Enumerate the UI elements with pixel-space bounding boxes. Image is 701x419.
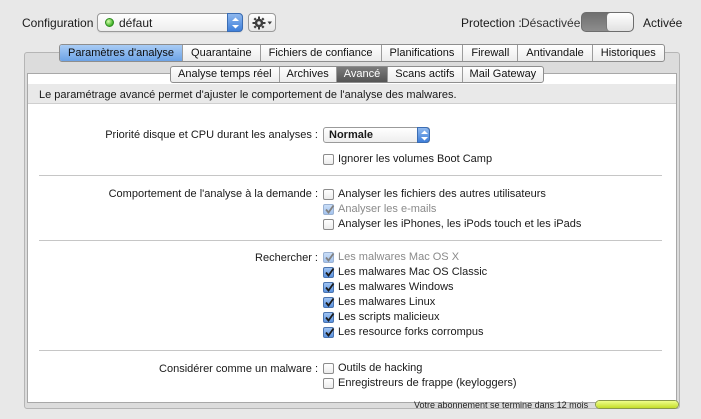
- tab-quarantaine[interactable]: Quarantaine: [183, 45, 261, 61]
- description-text: Le paramétrage avancé permet d'ajuster l…: [39, 89, 457, 101]
- search-option-label: Les malwares Mac OS X: [338, 251, 460, 263]
- tab-planifications[interactable]: Planifications: [382, 45, 464, 61]
- search-option-checkbox[interactable]: [323, 267, 335, 278]
- subtab-scans-actifs[interactable]: Scans actifs: [388, 67, 463, 82]
- main-tabs: Paramètres d'analyse Quarantaine Fichier…: [59, 44, 665, 62]
- subtab-avance[interactable]: Avancé: [336, 67, 389, 82]
- tab-antivandale[interactable]: Antivandale: [518, 45, 593, 61]
- priority-label: Priorité disque et CPU durant les analys…: [105, 129, 318, 141]
- bootcamp-label: Ignorer les volumes Boot Camp: [338, 153, 493, 165]
- ondemand-label: Comportement de l'analyse à la demande :: [108, 188, 318, 200]
- search-option-checkbox: [323, 252, 335, 263]
- chevron-down-icon: [267, 21, 272, 25]
- subscription-progress: [595, 400, 679, 409]
- divider: [39, 240, 662, 241]
- search-option-checkbox[interactable]: [323, 312, 335, 323]
- malware-option-checkbox[interactable]: [323, 378, 334, 389]
- tab-fichiers-confiance[interactable]: Fichiers de confiance: [261, 45, 382, 61]
- ondemand-option-label: Analyser les iPhones, les iPods touch et…: [338, 218, 582, 230]
- malware-option-label: Enregistreurs de frappe (keyloggers): [338, 377, 517, 389]
- checkmark-icon: [325, 312, 335, 322]
- divider: [39, 350, 662, 351]
- subscription-progress-fill: [596, 401, 678, 408]
- tab-historiques[interactable]: Historiques: [593, 45, 664, 61]
- bootcamp-checkbox[interactable]: [323, 154, 334, 165]
- gear-icon: [252, 16, 272, 30]
- ondemand-option-label: Analyser les fichiers des autres utilisa…: [338, 188, 546, 200]
- sub-tabs: Analyse temps réel Archives Avancé Scans…: [170, 66, 545, 83]
- ondemand-option-label: Analyser les e-mails: [338, 203, 437, 215]
- select-arrows-icon: [227, 13, 243, 32]
- tab-firewall[interactable]: Firewall: [463, 45, 519, 61]
- search-label: Rechercher :: [255, 252, 318, 264]
- protection-state: Désactivée: [521, 16, 581, 30]
- priority-value: Normale: [329, 129, 374, 141]
- checkmark-icon: [325, 252, 335, 262]
- search-option-checkbox[interactable]: [323, 327, 335, 338]
- gear-menu-button[interactable]: [248, 13, 276, 32]
- subtab-analyse-temps-reel[interactable]: Analyse temps réel: [171, 67, 280, 82]
- subtab-mail-gateway[interactable]: Mail Gateway: [463, 67, 544, 82]
- ondemand-option-checkbox: [323, 204, 335, 215]
- protection-toggle[interactable]: [581, 12, 634, 32]
- subtab-archives[interactable]: Archives: [280, 67, 337, 82]
- checkmark-icon: [325, 204, 335, 214]
- select-arrows-icon: [417, 127, 430, 143]
- ondemand-option-checkbox[interactable]: [323, 219, 334, 230]
- protection-label: Protection :: [461, 16, 522, 30]
- settings-panel: [27, 73, 677, 403]
- search-option-label: Les malwares Windows: [338, 281, 454, 293]
- search-option-label: Les resource forks corrompus: [338, 326, 484, 338]
- protection-active-label: Activée: [643, 16, 683, 30]
- divider: [39, 175, 662, 176]
- search-option-checkbox[interactable]: [323, 297, 335, 308]
- subscription-text: Votre abonnement se termine dans 12 mois: [414, 400, 589, 410]
- checkmark-icon: [325, 282, 335, 292]
- checkmark-icon: [325, 327, 335, 337]
- search-option-label: Les malwares Mac OS Classic: [338, 266, 488, 278]
- status-dot-icon: [105, 18, 114, 27]
- checkmark-icon: [325, 267, 335, 277]
- malware-option-checkbox[interactable]: [323, 363, 334, 374]
- toggle-knob: [606, 13, 633, 31]
- search-option-label: Les scripts malicieux: [338, 311, 440, 323]
- search-option-checkbox[interactable]: [323, 282, 335, 293]
- tab-parametres-analyse[interactable]: Paramètres d'analyse: [60, 45, 184, 61]
- malware-option-label: Outils de hacking: [338, 362, 423, 374]
- priority-select[interactable]: Normale: [323, 127, 430, 143]
- search-option-label: Les malwares Linux: [338, 296, 436, 308]
- configuration-label: Configuration :: [22, 16, 101, 30]
- malware-label: Considérer comme un malware :: [159, 363, 318, 375]
- ondemand-option-checkbox[interactable]: [323, 189, 334, 200]
- configuration-value: défaut: [119, 16, 153, 30]
- checkmark-icon: [325, 297, 335, 307]
- configuration-select[interactable]: défaut: [97, 13, 243, 32]
